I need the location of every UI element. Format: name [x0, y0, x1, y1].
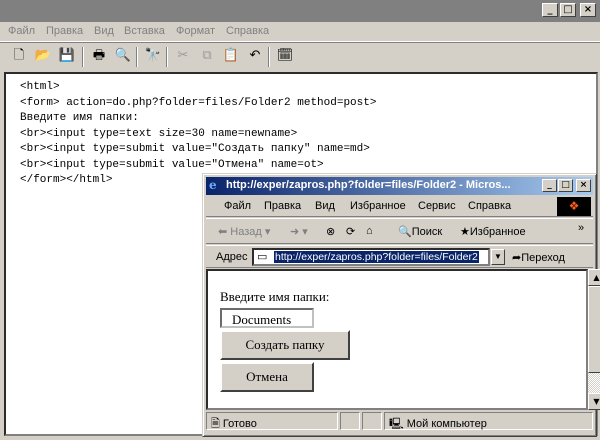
address-dropdown-button[interactable]: ▼ — [491, 249, 505, 265]
browser-menu-view[interactable]: Вид — [315, 200, 335, 212]
address-input[interactable]: ▭ http://exper/zapros.php?folder=files/F… — [252, 248, 490, 266]
toolbar-separator — [82, 47, 84, 67]
search-label: Поиск — [411, 226, 443, 238]
save-icon[interactable]: 💾 — [56, 46, 78, 68]
status-zone-cell: 🖳 Мой компьютер — [384, 412, 593, 430]
folder-name-prompt: Введите имя папки: — [220, 289, 330, 304]
cancel-button[interactable]: Отмена — [220, 362, 314, 392]
main-menu-bar: Файл Правка Вид Вставка Формат Справка — [0, 22, 600, 42]
browser-close-button[interactable]: × — [576, 179, 591, 192]
close-button[interactable]: × — [580, 3, 596, 17]
favorites-icon: ★ — [460, 226, 470, 238]
browser-window: e http://exper/zapros.php?folder=files/F… — [202, 173, 600, 437]
main-toolbar: 🗋 📂 💾 🖶 🔍 🔭 ✂ ⧉ 📋 ↶ 🗓 — [0, 42, 600, 70]
status-text-cell: 🗎 Готово — [206, 412, 338, 430]
main-title-bar: _ □ × — [0, 0, 600, 22]
minimize-button[interactable]: _ — [542, 3, 558, 17]
back-button[interactable]: ⬅ Назад ▾ — [218, 225, 270, 238]
status-cell — [340, 412, 360, 430]
windows-logo-icon: ❖ — [557, 197, 591, 216]
open-folder-icon[interactable]: 📂 — [32, 46, 54, 68]
page-icon: ▭ — [257, 251, 268, 263]
address-label: Адрес — [216, 251, 248, 263]
find-icon[interactable]: 🔭 — [142, 46, 164, 68]
menu-format[interactable]: Формат — [176, 25, 215, 37]
go-label: Переход — [521, 252, 565, 264]
my-computer-icon: 🖳 — [389, 418, 404, 430]
browser-menu-help[interactable]: Справка — [468, 200, 511, 212]
browser-menu-file[interactable]: Файл — [224, 200, 251, 212]
favorites-button[interactable]: ★Избранное — [460, 225, 526, 238]
copy-icon[interactable]: ⧉ — [196, 46, 218, 68]
browser-menu-edit[interactable]: Правка — [264, 200, 301, 212]
browser-nav-toolbar: ⬅ Назад ▾ ➜ ▾ ⊗ ⟳ ⌂ 🔍Поиск ★Избранное » — [206, 218, 593, 244]
maximize-button[interactable]: □ — [560, 3, 576, 17]
code-line: <br><input type=submit value="Создать па… — [20, 143, 370, 155]
cut-icon[interactable]: ✂ — [172, 46, 194, 68]
scroll-down-button[interactable]: ▼ — [588, 393, 600, 410]
forward-arrow-icon: ➜ — [290, 226, 300, 238]
browser-menu-tools[interactable]: Сервис — [418, 200, 456, 212]
status-text: Готово — [222, 418, 257, 430]
address-url: http://exper/zapros.php?folder=files/Fol… — [274, 251, 479, 263]
browser-maximize-button[interactable]: □ — [558, 179, 573, 192]
menu-help[interactable]: Справка — [226, 25, 269, 37]
toolbar-separator — [268, 47, 270, 67]
folder-name-input[interactable]: Documents — [220, 308, 314, 328]
toolbar-separator — [166, 47, 168, 67]
go-button[interactable]: ➦Переход — [512, 251, 565, 264]
menu-view[interactable]: Вид — [94, 25, 114, 37]
create-folder-button[interactable]: Создать папку — [220, 330, 350, 360]
status-zone: Мой компьютер — [406, 418, 487, 430]
refresh-icon[interactable]: ⟳ — [346, 225, 355, 238]
browser-menu-favorites[interactable]: Избранное — [350, 200, 406, 212]
search-button[interactable]: 🔍Поиск — [398, 225, 442, 238]
toolbar-chevron[interactable]: » — [578, 222, 584, 234]
code-line: Введите имя папки: — [20, 112, 139, 124]
favorites-label: Избранное — [469, 226, 526, 238]
forward-button[interactable]: ➜ ▾ — [290, 225, 308, 238]
insert-datetime-icon[interactable]: 🗓 — [274, 46, 296, 68]
browser-content: Введите имя папки: Documents Создать пап… — [206, 269, 588, 410]
scroll-up-button[interactable]: ▲ — [588, 269, 600, 286]
new-document-icon[interactable]: 🗋 — [8, 46, 30, 68]
go-arrow-icon: ➦ — [512, 252, 522, 264]
print-icon[interactable]: 🖶 — [88, 46, 110, 68]
search-icon: 🔍 — [398, 226, 412, 238]
browser-title: http://exper/zapros.php?folder=files/Fol… — [226, 179, 511, 191]
browser-minimize-button[interactable]: _ — [542, 179, 557, 192]
code-line: <br><input type=text size=30 name=newnam… — [20, 127, 298, 140]
back-label: Назад — [230, 226, 262, 238]
menu-edit[interactable]: Правка — [46, 25, 83, 37]
status-page-icon: 🗎 — [211, 418, 220, 430]
home-icon[interactable]: ⌂ — [366, 225, 373, 237]
address-bar: Адрес ▭ http://exper/zapros.php?folder=f… — [206, 245, 593, 268]
print-preview-icon[interactable]: 🔍 — [112, 46, 134, 68]
code-line: <html> — [20, 81, 60, 93]
code-line: <form> action=do.php?folder=files/Folder… — [20, 96, 377, 109]
browser-status-bar: 🗎 Готово 🖳 Мой компьютер — [206, 411, 593, 431]
menu-insert[interactable]: Вставка — [124, 25, 165, 37]
browser-menu-bar: Файл Правка Вид Избранное Сервис Справка… — [206, 196, 593, 217]
ie-logo-icon: e — [209, 178, 217, 192]
stop-icon[interactable]: ⊗ — [326, 225, 335, 238]
menu-file[interactable]: Файл — [8, 25, 35, 37]
status-cell — [362, 412, 382, 430]
scroll-thumb[interactable] — [588, 286, 600, 373]
paste-icon[interactable]: 📋 — [220, 46, 242, 68]
back-arrow-icon: ⬅ — [218, 226, 228, 238]
toolbar-separator — [136, 47, 138, 67]
browser-title-bar: e http://exper/zapros.php?folder=files/F… — [206, 177, 593, 195]
code-line: <br><input type=submit value="Отмена" na… — [20, 158, 324, 171]
vertical-scrollbar[interactable]: ▲ ▼ — [588, 269, 600, 410]
undo-icon[interactable]: ↶ — [244, 46, 266, 68]
